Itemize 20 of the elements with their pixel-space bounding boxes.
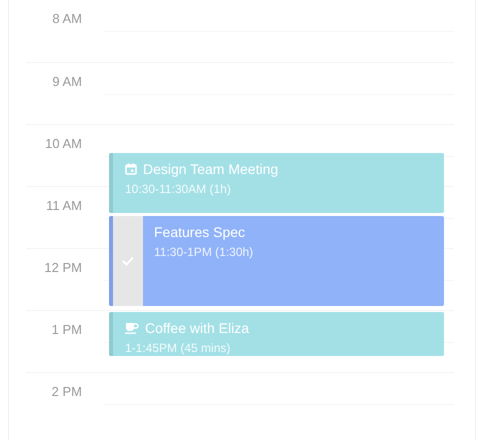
check-icon xyxy=(122,256,134,266)
hour-label: 12 PM xyxy=(44,259,82,277)
event-card[interactable]: Design Team Meeting 10:30-11:30AM (1h) xyxy=(109,153,444,213)
event-time: 10:30-11:30AM (1h) xyxy=(125,181,232,198)
coffee-cup-icon xyxy=(125,322,139,334)
hour-label: 8 AM xyxy=(52,10,82,28)
event-card[interactable]: Coffee with Eliza 1-1:45PM (45 mins) xyxy=(109,312,444,356)
hour-label: 10 AM xyxy=(45,135,82,153)
event-title: Features Spec xyxy=(154,223,246,241)
event-time: 1-1:45PM (45 mins) xyxy=(125,340,232,356)
event-title: Coffee with Eliza xyxy=(145,319,250,337)
hour-label: 2 PM xyxy=(52,383,82,401)
hour-label: 1 PM xyxy=(52,321,82,339)
event-time: 11:30-1PM (1:30h) xyxy=(154,244,254,261)
hour-label: 11 AM xyxy=(46,197,82,215)
event-card[interactable]: Features Spec 11:30-1PM (1:30h) xyxy=(109,216,444,306)
calendar-icon xyxy=(125,163,137,175)
event-title: Design Team Meeting xyxy=(143,160,278,178)
hour-label: 9 AM xyxy=(52,73,82,91)
task-checkbox[interactable] xyxy=(113,216,143,306)
